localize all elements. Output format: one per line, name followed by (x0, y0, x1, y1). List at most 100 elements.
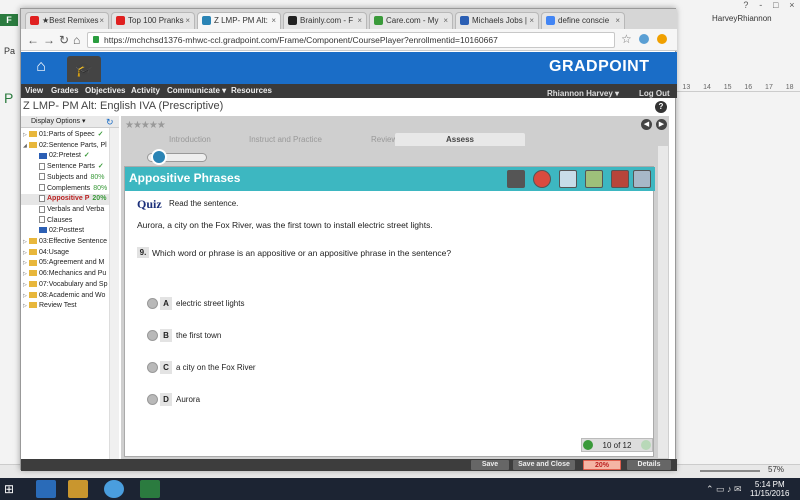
graduation-cap-icon[interactable]: 🎓 (67, 56, 101, 82)
tab-assess[interactable]: Assess (395, 133, 525, 146)
pager-prev-icon[interactable] (583, 440, 593, 450)
radio-button[interactable] (147, 362, 158, 373)
ruler-mark: 16 (744, 84, 753, 91)
sidebar-item[interactable]: ▷ 07:Vocabulary and Sp (21, 280, 109, 291)
sidebar-item[interactable]: ▷ 01:Parts of Speec ✓ (21, 130, 109, 141)
browser-tab[interactable]: Brainly.com - F × (283, 12, 367, 29)
home-icon[interactable]: ⌂ (73, 33, 80, 47)
sidebar-scrollbar[interactable] (109, 128, 119, 459)
details-button[interactable]: Details (627, 460, 671, 470)
windows-start-icon[interactable]: ⊞ (4, 482, 18, 496)
score-percent-badge[interactable]: 20% (583, 460, 621, 470)
nav-view[interactable]: View (25, 86, 43, 95)
display-options-menu[interactable]: Display Options ▾ (21, 116, 119, 128)
youtube-icon (116, 16, 125, 25)
sidebar-item[interactable]: ▷ 08:Academic and Wo (21, 291, 109, 302)
sidebar-item[interactable]: Verbals and Verba (21, 205, 109, 216)
option-text: Aurora (176, 395, 201, 404)
sidebar-item[interactable]: Sentence Parts ✓ (21, 162, 109, 173)
close-icon[interactable]: × (99, 13, 104, 28)
close-icon[interactable]: × (529, 13, 534, 28)
system-tray[interactable]: ⌃ ▭ ♪ ✉ (706, 484, 742, 495)
word-paste-label: Pa (4, 46, 16, 56)
zoom-level[interactable]: 57% (768, 465, 784, 474)
print-icon[interactable] (633, 170, 651, 188)
word-window-controls[interactable]: ? - □ × (738, 0, 800, 12)
sidebar-item-label: 07:Vocabulary and Sp (39, 280, 108, 288)
content-scrollbar[interactable] (658, 146, 668, 458)
sidebar-item[interactable]: ▷ 06:Mechanics and Pu (21, 269, 109, 280)
next-arrow-icon[interactable]: ▶ (656, 119, 667, 130)
tab-instruct-practice[interactable]: Instruct and Practice (249, 133, 322, 146)
close-icon[interactable]: × (615, 13, 620, 28)
nav-communicate[interactable]: Communicate ▾ (167, 86, 226, 95)
radio-button[interactable] (147, 330, 158, 341)
progress-knob[interactable] (151, 149, 167, 165)
pager-next-icon[interactable] (641, 440, 651, 450)
close-icon[interactable]: × (443, 13, 448, 28)
browser-tab[interactable]: Michaels Jobs | × (455, 12, 539, 29)
browser-tab[interactable]: Care.com - My × (369, 12, 453, 29)
close-icon[interactable]: × (357, 13, 362, 28)
word-minimize-button[interactable]: - (759, 0, 762, 12)
word-icon[interactable] (140, 480, 160, 498)
browser-tab[interactable]: define conscie × (541, 12, 625, 29)
taskbar-clock[interactable]: 5:14 PM 11/15/2016 (750, 480, 789, 498)
recycle-bin-icon[interactable] (36, 480, 56, 498)
rating-stars[interactable]: ★★★★★ (125, 120, 166, 131)
sidebar-item[interactable]: ▷ 04:Usage (21, 248, 109, 259)
chart-icon[interactable] (585, 170, 603, 188)
option-letter: A (160, 297, 172, 310)
sidebar-item[interactable]: Appositive P 20% (21, 194, 109, 205)
file-explorer-icon[interactable] (68, 480, 88, 498)
forward-arrow-icon[interactable]: → (43, 33, 55, 47)
close-icon[interactable]: × (271, 13, 276, 28)
sidebar-item[interactable]: ▷ Review Test (21, 301, 109, 312)
help-icon[interactable]: ? (655, 101, 667, 113)
calculator-icon[interactable] (507, 170, 525, 188)
sidebar-item[interactable]: 02:Posttest (21, 226, 109, 237)
extension-icon[interactable] (657, 34, 667, 44)
sidebar-item[interactable]: ▷ 03:Effective Sentence (21, 237, 109, 248)
sidebar-item[interactable]: ▷ 05:Agreement and M (21, 258, 109, 269)
browser-tab[interactable]: ★Best Remixes × (25, 12, 109, 29)
target-icon[interactable] (533, 170, 551, 188)
sidebar-item[interactable]: Complements 80% (21, 184, 109, 195)
chrome-icon[interactable] (104, 480, 124, 498)
close-icon[interactable]: × (185, 13, 190, 28)
user-menu[interactable]: Rhiannon Harvey ▾ (547, 89, 619, 98)
save-button[interactable]: Save (471, 460, 509, 470)
home-icon[interactable]: ⌂ (31, 58, 51, 78)
sidebar-item[interactable]: Clauses (21, 216, 109, 227)
browser-tab-active[interactable]: Z LMP- PM Alt: × (197, 12, 281, 29)
nav-resources[interactable]: Resources (231, 86, 272, 95)
refresh-icon[interactable]: ↻ (106, 117, 114, 128)
radio-button[interactable] (147, 394, 158, 405)
word-help-button[interactable]: ? (743, 0, 748, 12)
word-file-tab[interactable]: F (0, 14, 18, 26)
tab-introduction[interactable]: Introduction (169, 133, 211, 146)
browser-tab[interactable]: Top 100 Pranks × (111, 12, 195, 29)
back-arrow-icon[interactable]: ← (27, 33, 39, 47)
prev-arrow-icon[interactable]: ◀ (641, 119, 652, 130)
zoom-slider[interactable] (700, 470, 760, 472)
sidebar-item[interactable]: ◢ 02:Sentence Parts, Pl (21, 141, 109, 152)
notebook-icon[interactable] (611, 170, 629, 188)
save-and-close-button[interactable]: Save and Close (513, 460, 575, 470)
extension-icon[interactable] (639, 34, 649, 44)
nav-grades[interactable]: Grades (51, 86, 79, 95)
sidebar-item[interactable]: 02:Pretest ✓ (21, 151, 109, 162)
nav-objectives[interactable]: Objectives (85, 86, 125, 95)
check-icon: ✓ (83, 152, 90, 160)
url-input[interactable]: https://mchchsd1376-mhwc-ccl.gradpoint.c… (87, 32, 615, 48)
sidebar-item[interactable]: Subjects and 80% (21, 173, 109, 184)
bookmark-star-icon[interactable]: ☆ (621, 32, 632, 46)
book-icon[interactable] (559, 170, 577, 188)
word-close-button[interactable]: × (789, 0, 794, 12)
nav-activity[interactable]: Activity (131, 86, 160, 95)
logout-link[interactable]: Log Out (639, 89, 670, 98)
tab-review[interactable]: Review (371, 133, 397, 146)
reload-icon[interactable]: ↻ (59, 33, 69, 47)
radio-button[interactable] (147, 298, 158, 309)
word-maximize-button[interactable]: □ (773, 0, 778, 12)
